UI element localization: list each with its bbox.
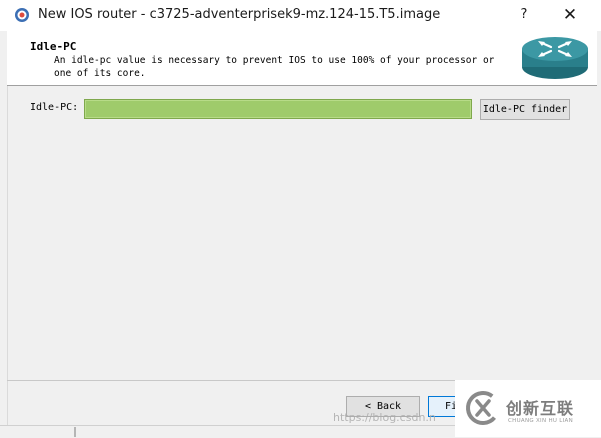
router-icon	[522, 37, 588, 79]
title-bar: New IOS router - c3725-adventerprisek9-m…	[0, 0, 601, 31]
close-button[interactable]: ✕	[558, 3, 582, 27]
brand-pinyin: CHUANG XIN HU LIAN	[508, 418, 574, 424]
window-frame	[0, 31, 8, 437]
bottom-strip	[0, 425, 455, 438]
brand-logo-icon	[466, 391, 500, 425]
idlepc-finder-button[interactable]: Idle-PC finder	[480, 99, 570, 120]
help-button[interactable]: ?	[512, 3, 536, 27]
brand-watermark: 创新互联 CHUANG XIN HU LIAN	[455, 380, 601, 437]
window-title: New IOS router - c3725-adventerprisek9-m…	[38, 7, 441, 22]
idlepc-input[interactable]	[84, 99, 472, 119]
idlepc-label: Idle-PC:	[30, 102, 79, 113]
page-title: Idle-PC	[30, 40, 77, 53]
wizard-header: Idle-PC An idle-pc value is necessary to…	[7, 31, 597, 86]
bottom-divider	[74, 427, 76, 437]
brand-name: 创新互联	[506, 399, 575, 418]
url-watermark: https://blog.csdn.n	[333, 411, 436, 424]
page-description: An idle-pc value is necessary to prevent…	[54, 55, 495, 79]
gns3-icon	[15, 8, 29, 22]
